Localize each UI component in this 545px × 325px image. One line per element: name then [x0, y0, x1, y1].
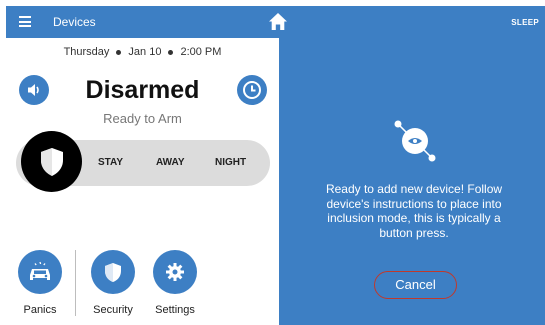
add-device-panel: Ready to add new device! Follow device's… [279, 38, 545, 325]
mode-stay[interactable]: STAY [98, 157, 123, 168]
shield-icon [105, 262, 121, 282]
sleep-button[interactable]: SLEEP [495, 16, 539, 28]
home-icon[interactable] [268, 12, 288, 31]
cancel-button[interactable]: Cancel [374, 271, 457, 299]
hamburger-icon[interactable] [19, 16, 31, 27]
security-button[interactable] [91, 250, 135, 294]
panics-label: Panics [23, 304, 57, 316]
mode-night[interactable]: NIGHT [215, 157, 246, 168]
police-car-icon [30, 261, 50, 280]
settings-label: Settings [155, 304, 195, 316]
separator-dot [168, 49, 174, 55]
time-label: 2:00 PM [180, 46, 222, 58]
divider [75, 250, 76, 316]
date-label: Jan 10 [128, 46, 162, 58]
device-pairing-icon [394, 120, 436, 162]
shield-icon [40, 147, 63, 176]
security-label: Security [93, 304, 133, 316]
clock-button[interactable] [237, 75, 267, 105]
sleep-label: SLEEP [511, 17, 539, 27]
add-device-message: Ready to add new device! Follow device's… [325, 182, 503, 240]
moon-icon [498, 16, 504, 28]
page-title: Devices [53, 15, 96, 29]
top-bar: Devices SLEEP [6, 6, 545, 38]
settings-button[interactable] [153, 250, 197, 294]
date-time: Thursday Jan 10 2:00 PM [6, 46, 279, 58]
separator-dot [116, 49, 122, 55]
mode-away[interactable]: AWAY [156, 157, 185, 168]
day-label: Thursday [63, 46, 110, 58]
arm-substatus: Ready to Arm [103, 111, 182, 126]
clock-icon [243, 81, 261, 99]
gear-icon [166, 263, 184, 281]
panics-button[interactable] [18, 250, 62, 294]
security-panel: Thursday Jan 10 2:00 PM Disarmed Ready to … [6, 38, 279, 325]
disarm-knob[interactable] [21, 131, 82, 192]
